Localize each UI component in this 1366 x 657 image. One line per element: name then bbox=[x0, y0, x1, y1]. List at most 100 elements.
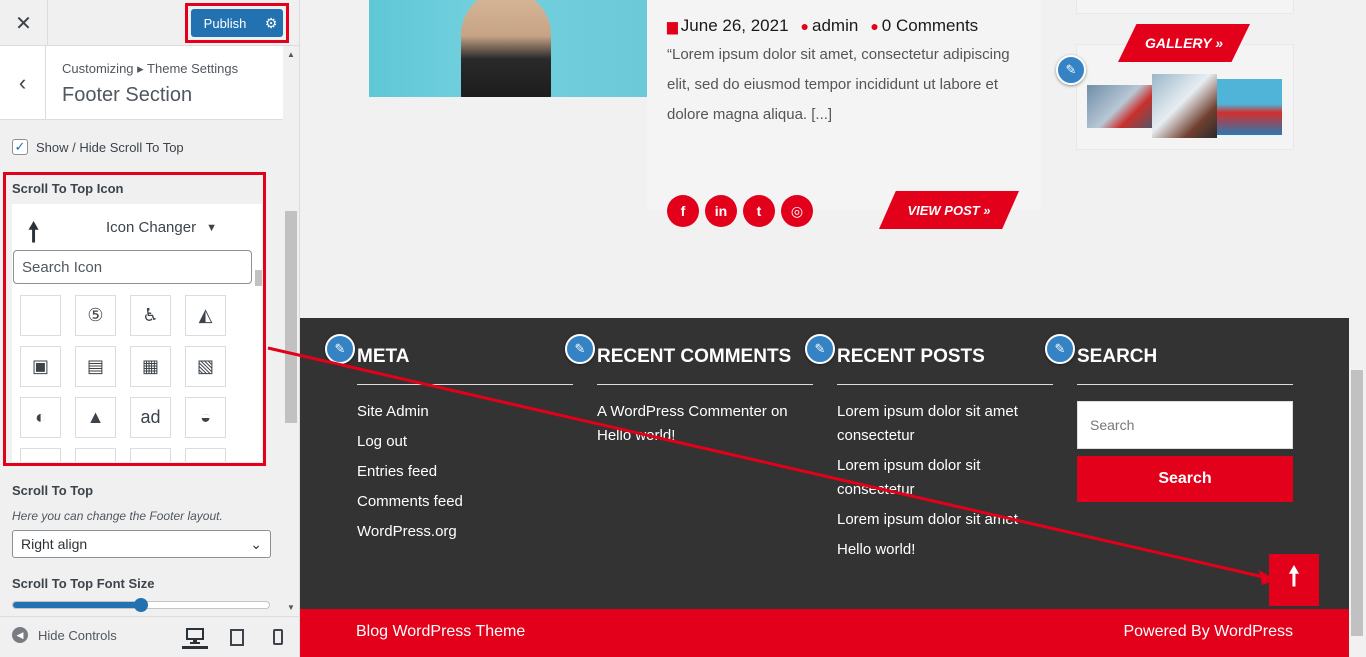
post-date[interactable]: ▆ June 26, 2021 bbox=[667, 16, 789, 36]
user-icon: ● bbox=[800, 18, 810, 34]
divider bbox=[357, 384, 573, 385]
hide-controls-button[interactable]: ◀ Hide Controls bbox=[12, 627, 117, 643]
section-header: ‹ Customizing ▸ Theme Settings Footer Se… bbox=[0, 46, 283, 120]
mobile-preview-button[interactable] bbox=[265, 625, 291, 649]
icon-option[interactable]: ◭ bbox=[185, 295, 226, 336]
post-comments[interactable]: ● 0 Comments bbox=[870, 16, 978, 36]
align-select-value: Right align bbox=[21, 536, 88, 552]
icon-changer-toggle[interactable]: Icon Changer ▼ bbox=[106, 219, 217, 236]
scroll-to-top-button[interactable]: 🠕 bbox=[1269, 554, 1319, 606]
show-hide-scroll-top-checkbox[interactable]: ✓ bbox=[12, 139, 28, 155]
facebook-icon[interactable]: f bbox=[667, 195, 699, 227]
post-author[interactable]: ● admin bbox=[801, 16, 859, 36]
edit-shortcut-icon[interactable]: ✎ bbox=[565, 334, 595, 364]
edit-shortcut-icon[interactable]: ✎ bbox=[1056, 55, 1086, 85]
collapse-icon: ◀ bbox=[12, 627, 28, 643]
recent-comment[interactable]: A WordPress Commenter on Hello world! bbox=[597, 400, 817, 448]
slider-handle[interactable] bbox=[134, 598, 148, 612]
section-title: Footer Section bbox=[62, 84, 193, 106]
recent-post-link[interactable]: Lorem ipsum dolor sit amet bbox=[837, 508, 1053, 532]
chevron-down-icon: ⌄ bbox=[250, 535, 262, 552]
meta-link[interactable]: Log out bbox=[357, 430, 407, 454]
icon-option[interactable] bbox=[130, 448, 171, 462]
gear-icon[interactable]: ⚙ bbox=[259, 15, 283, 32]
customizer-panel: ✕ Publish ⚙ ‹ Customizing ▸ Theme Settin… bbox=[0, 0, 300, 657]
post-excerpt: “Lorem ipsum dolor sit amet, consectetur… bbox=[667, 46, 1010, 123]
copyright-bar: Blog WordPress Theme Powered By WordPres… bbox=[300, 609, 1349, 657]
customizer-header: ✕ Publish ⚙ bbox=[0, 0, 299, 46]
breadcrumb: Customizing ▸ Theme Settings bbox=[62, 61, 239, 76]
linkedin-icon[interactable]: in bbox=[705, 195, 737, 227]
sidebar-widget bbox=[1076, 0, 1294, 14]
footer-search-button[interactable]: Search bbox=[1077, 456, 1293, 502]
customizer-footer: ◀ Hide Controls bbox=[0, 616, 299, 657]
recent-post-link[interactable]: Hello world! bbox=[837, 538, 1053, 562]
publish-label: Publish bbox=[203, 15, 247, 31]
icon-option[interactable]: ♿ bbox=[130, 295, 171, 336]
meta-link[interactable]: Site Admin bbox=[357, 400, 429, 424]
scroll-top-description: Here you can change the Footer layout. bbox=[12, 509, 223, 523]
gallery-image[interactable] bbox=[1087, 85, 1152, 128]
meta-link[interactable]: Entries feed bbox=[357, 460, 437, 484]
meta-widget-title: META bbox=[357, 346, 410, 367]
chevron-down-icon: ▼ bbox=[206, 221, 217, 234]
divider bbox=[837, 384, 1053, 385]
search-widget-title: SEARCH bbox=[1077, 346, 1158, 367]
gallery-image[interactable] bbox=[1152, 74, 1217, 138]
chevron-left-icon: ‹ bbox=[18, 70, 27, 95]
align-select[interactable]: Right align ⌄ bbox=[12, 530, 271, 558]
instagram-icon[interactable]: ◎ bbox=[781, 195, 813, 227]
icon-option[interactable]: ▤ bbox=[75, 346, 116, 387]
show-hide-scroll-top-row[interactable]: ✓ Show / Hide Scroll To Top bbox=[12, 139, 184, 155]
preview-scrollbar[interactable] bbox=[1349, 0, 1366, 657]
icon-option[interactable]: ▦ bbox=[130, 346, 171, 387]
icon-option[interactable] bbox=[75, 448, 116, 462]
desktop-icon bbox=[186, 627, 204, 644]
icon-option[interactable]: ▧ bbox=[185, 346, 226, 387]
icon-option[interactable] bbox=[185, 448, 226, 462]
share-buttons: f in t ◎ bbox=[667, 195, 813, 227]
recent-post-link[interactable]: Lorem ipsum dolor sit amet consectetur bbox=[837, 400, 1053, 448]
footer-search-input[interactable] bbox=[1077, 401, 1293, 449]
twitter-icon[interactable]: t bbox=[743, 195, 775, 227]
meta-link[interactable]: Comments feed bbox=[357, 490, 463, 514]
close-customizer-button[interactable]: ✕ bbox=[0, 0, 48, 46]
publish-highlight: Publish ⚙ bbox=[185, 3, 289, 43]
icon-option[interactable]: ad bbox=[130, 397, 171, 438]
recent-posts-title: RECENT POSTS bbox=[837, 346, 985, 367]
icon-option[interactable]: ⑤ bbox=[75, 295, 116, 336]
view-post-label: VIEW POST » bbox=[907, 202, 991, 218]
icon-changer-label: Icon Changer bbox=[106, 219, 197, 236]
screen: ✕ Publish ⚙ ‹ Customizing ▸ Theme Settin… bbox=[0, 0, 1366, 657]
comments-icon: ● bbox=[870, 18, 879, 34]
recent-post-link[interactable]: Lorem ipsum dolor sit consectetur bbox=[837, 454, 1053, 502]
search-icon-input[interactable] bbox=[13, 250, 252, 284]
icon-option[interactable]: ▣ bbox=[20, 346, 61, 387]
desktop-preview-button[interactable] bbox=[182, 625, 208, 649]
theme-credit-link[interactable]: Blog WordPress Theme bbox=[356, 623, 525, 641]
arrow-up-icon: 🠕 bbox=[1288, 561, 1300, 591]
icon-option[interactable]: ◒ bbox=[185, 397, 226, 438]
font-size-slider[interactable] bbox=[12, 598, 270, 612]
publish-button[interactable]: Publish ⚙ bbox=[191, 9, 283, 37]
view-post-button[interactable]: VIEW POST » bbox=[879, 191, 1019, 229]
scrollbar-thumb[interactable] bbox=[1351, 370, 1363, 636]
back-button[interactable]: ‹ bbox=[0, 46, 46, 120]
tablet-preview-button[interactable] bbox=[224, 625, 250, 649]
scrollbar-thumb[interactable] bbox=[285, 211, 297, 423]
icon-option[interactable]: ◐ bbox=[20, 397, 61, 438]
icon-grid-scrollbar[interactable] bbox=[254, 250, 262, 462]
icon-option[interactable]: ▲ bbox=[75, 397, 116, 438]
gallery-title: GALLERY » bbox=[1118, 24, 1250, 62]
edit-shortcut-icon[interactable]: ✎ bbox=[805, 334, 835, 364]
font-size-label: Scroll To Top Font Size bbox=[12, 576, 155, 591]
edit-shortcut-icon[interactable]: ✎ bbox=[325, 334, 355, 364]
customizer-scrollbar[interactable]: ▲ ▼ bbox=[284, 46, 298, 616]
powered-by-link[interactable]: Powered By WordPress bbox=[1123, 623, 1293, 641]
icon-option[interactable] bbox=[20, 295, 61, 336]
gallery-image[interactable] bbox=[1217, 79, 1282, 135]
icon-option[interactable] bbox=[20, 448, 61, 462]
meta-link[interactable]: WordPress.org bbox=[357, 520, 457, 544]
post-thumbnail[interactable] bbox=[369, 0, 647, 97]
edit-shortcut-icon[interactable]: ✎ bbox=[1045, 334, 1075, 364]
